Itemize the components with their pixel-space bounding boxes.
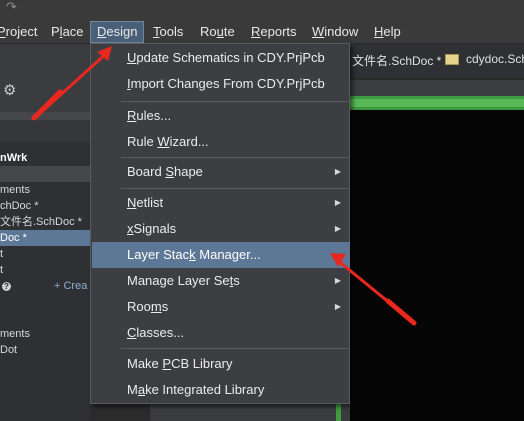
menu-separator (121, 188, 349, 189)
menu-route[interactable]: Route (200, 21, 235, 43)
schdoc-file-icon (445, 54, 459, 65)
menu-place[interactable]: Place (51, 21, 84, 43)
tree-row-selected[interactable]: Doc * (0, 230, 90, 246)
create-link[interactable]: + Crea (54, 280, 87, 292)
menu-separator (121, 157, 349, 158)
menu-item-make-integrated-library[interactable]: Make Integrated Library (92, 377, 350, 403)
tree-row[interactable]: t (0, 246, 90, 262)
tree-row[interactable]: 文件名.SchDoc * (0, 214, 90, 230)
panel-header (0, 120, 90, 142)
menu-item-import-changes[interactable]: Import Changes From CDY.PrjPcb (92, 71, 350, 97)
menu-window[interactable]: Window (312, 21, 358, 43)
menu-item-xsignals[interactable]: xSignals ▶ (92, 216, 350, 242)
tree-row[interactable]: t (0, 262, 90, 278)
panel-toolbar (0, 44, 90, 112)
redo-icon[interactable]: ↷ (6, 0, 20, 13)
submenu-arrow-icon: ▶ (334, 224, 341, 233)
menu-item-rooms[interactable]: Rooms ▶ (92, 294, 350, 320)
menu-separator (121, 101, 349, 102)
submenu-arrow-icon: ▶ (334, 276, 341, 285)
workspace-label: nWrk (0, 152, 28, 164)
panel-divider (0, 112, 90, 120)
menu-reports[interactable]: Reports (251, 21, 297, 43)
document-tab[interactable]: 文件名.SchDoc * (352, 52, 441, 69)
design-menu-dropdown: Update Schematics in CDY.PrjPcb Import C… (90, 43, 350, 404)
title-strip (0, 0, 524, 21)
menu-separator (121, 348, 349, 349)
submenu-arrow-icon: ▶ (334, 198, 341, 207)
menu-item-update-schematics[interactable]: Update Schematics in CDY.PrjPcb (92, 45, 350, 71)
panel-filter[interactable] (0, 166, 90, 182)
menu-item-layer-stack-manager[interactable]: Layer Stack Manager... (92, 242, 350, 268)
menu-project[interactable]: Project (0, 21, 37, 43)
board-edge-inner (350, 99, 524, 107)
menu-item-manage-layer-sets[interactable]: Manage Layer Sets ▶ (92, 268, 350, 294)
submenu-arrow-icon: ▶ (334, 167, 341, 176)
gear-icon[interactable]: ⚙ (3, 83, 17, 98)
menu-item-rules[interactable]: Rules... (92, 103, 350, 129)
menu-item-classes[interactable]: Classes... (92, 320, 350, 346)
help-icon[interactable]: ? (2, 282, 11, 291)
submenu-arrow-icon: ▶ (334, 302, 341, 311)
menu-item-make-pcb-library[interactable]: Make PCB Library (92, 351, 350, 377)
menu-item-board-shape[interactable]: Board Shape ▶ (92, 159, 350, 185)
tree-row[interactable]: Dot (0, 342, 90, 358)
tree-row[interactable]: chDoc * (0, 198, 90, 214)
menu-item-netlist[interactable]: Netlist ▶ (92, 190, 350, 216)
menu-tools[interactable]: Tools (153, 21, 183, 43)
ruler-strip (350, 80, 524, 96)
menu-design[interactable]: Design (90, 21, 144, 43)
menu-item-rule-wizard[interactable]: Rule Wizard... (92, 129, 350, 155)
pcb-canvas[interactable] (350, 110, 524, 421)
tree-row[interactable]: ments (0, 182, 90, 198)
board-edge-left (336, 404, 341, 421)
document-tab[interactable]: cdydoc.SchDoc (466, 52, 524, 66)
menu-bar: Project Place Design Tools Route Reports… (0, 21, 524, 44)
menu-help[interactable]: Help (374, 21, 401, 43)
tree-row[interactable]: ments (0, 326, 90, 342)
